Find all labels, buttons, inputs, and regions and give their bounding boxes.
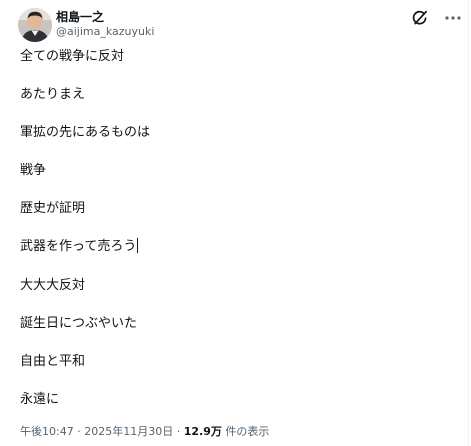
avatar[interactable] (18, 8, 52, 42)
post-line: あたりまえ (20, 87, 86, 103)
avatar-image (18, 8, 52, 42)
post-time[interactable]: 午後10:47 (20, 425, 74, 438)
post-line: 全ての戦争に反対 (20, 49, 125, 64)
post-line: 永遠に (20, 391, 60, 407)
post-card: 相島一之 @aijima_kazuyuki 全ての戦争に反対 あたりまえ 軍拡の… (0, 0, 469, 446)
grok-icon (412, 10, 428, 25)
post-meta: 午後10:47 · 2025年11月30日 · 12.9万 件の表示 (20, 425, 269, 439)
post-date[interactable]: 2025年11月30日 (84, 425, 173, 438)
more-horizontal-icon (445, 16, 461, 20)
views-count[interactable]: 12.9万 (184, 425, 222, 438)
grok-button[interactable] (411, 9, 429, 27)
post-line-with-caret: 武器を作って売ろう (20, 237, 450, 257)
post-header: 相島一之 @aijima_kazuyuki (18, 8, 461, 42)
post-text: 全ての戦争に反対 あたりまえ 軍拡の先にあるものは 戦争 歴史が証明 武器を作っ… (20, 47, 450, 428)
meta-separator: · (176, 425, 181, 438)
post-line: 軍拡の先にあるものは (20, 125, 151, 141)
meta-separator: · (77, 425, 81, 438)
post-line: 武器を作って売ろう (20, 239, 137, 255)
text-caret (137, 238, 139, 254)
post-line: 自由と平和 (20, 353, 86, 369)
post-line: 大大大反対 (20, 277, 86, 293)
views-label: 件の表示 (225, 425, 270, 438)
post-line: 歴史が証明 (20, 201, 86, 217)
author-display-name[interactable]: 相島一之 (56, 9, 154, 25)
more-options-button[interactable] (443, 9, 463, 27)
author-names: 相島一之 @aijima_kazuyuki (56, 9, 154, 39)
post-line: 戦争 (20, 163, 47, 179)
post-line: 誕生日につぶやいた (20, 315, 138, 331)
author-handle[interactable]: @aijima_kazuyuki (56, 25, 154, 39)
